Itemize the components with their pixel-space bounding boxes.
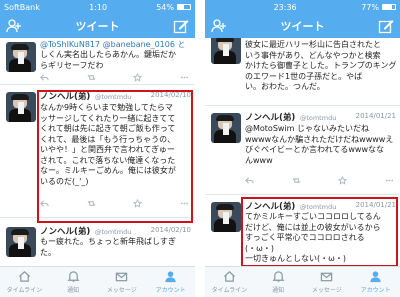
person-icon [370,271,381,283]
reply-icon[interactable] [245,176,254,185]
nav-title: ツイート [75,20,120,33]
timeline: @ToShIKuN817 @banebane_0106 と しくん実名出したらあ… [0,38,195,267]
display-name[interactable]: ノンヘル(弟) [245,113,295,123]
tweet-header: ノンヘル(弟) @tomtmdu 2014/01/21 [245,200,396,212]
battery-icon [176,4,191,10]
tweet-header: ノンヘル(弟) @tomtmdu 2014/02/10 [40,225,191,237]
back-people-icon[interactable] [6,19,22,33]
reply-icon[interactable] [40,199,49,208]
tweet-item[interactable]: 彼女に最近ハリー杉山に告白されたと いう事件があり、どんなやつかと検索 かけたら… [205,38,400,106]
tweet-item[interactable]: @ToShIKuN817 @banebane_0106 と しくん実名出したらあ… [0,38,195,85]
compose-icon[interactable] [378,18,394,34]
tab-account[interactable]: アカウント [352,267,400,294]
more-icon[interactable] [385,176,394,185]
tweet-actions [40,72,189,82]
tab-bar: タイムライン 通知 メッセージ アカウント [205,266,400,297]
more-icon[interactable] [180,73,189,82]
tweet-actions [40,198,189,208]
tweet-date: 2014/02/10 [150,226,191,234]
tweet-item[interactable]: ノンヘル(弟) @tomtmdu 2014/02/10 なんか9時くらいまで勉強… [0,86,195,218]
tweet-text: もー疲れた。ちょっと新年飛ばしすぎ た。 [40,237,176,257]
tab-notifications[interactable]: 通知 [49,267,97,294]
divider [195,0,205,297]
tab-timeline[interactable]: タイムライン [205,267,253,294]
envelope-icon [116,272,128,282]
tab-account[interactable]: アカウント [147,267,195,294]
retweet-icon[interactable] [87,73,96,82]
status-bar: SoftBank 1:10 54% [0,0,195,14]
right-phone-screen: 23:36 77% ツイート 彼女に最近ハリー杉山に告白されたと いう事件があり… [205,0,400,297]
clock-label: 23:36 [273,2,297,12]
user-handle[interactable]: @tomtmdu [95,228,131,236]
left-phone-screen: SoftBank 1:10 54% ツイート @ToShIKuN817 @ban… [0,0,195,297]
carrier-label: SoftBank [4,2,40,12]
tweet-item[interactable]: ノンヘル(弟) @tomtmdu 2014/01/21 てかミルキーすごいココロ… [205,196,400,267]
home-icon [223,271,235,282]
display-name[interactable]: ノンヘル(弟) [245,202,295,212]
display-name[interactable]: ノンヘル(弟) [40,92,90,102]
tab-notifications[interactable]: 通知 [254,267,302,294]
user-handle[interactable]: @tomtmdu [300,203,336,211]
back-people-icon[interactable] [211,19,227,33]
nav-bar: ツイート [205,14,400,38]
nav-title: ツイート [280,20,325,33]
tweet-date: 2014/01/21 [355,201,396,209]
tweet-header: ノンヘル(弟) @tomtmdu 2014/01/21 [245,111,396,123]
avatar[interactable] [6,42,36,72]
favorite-icon[interactable] [133,72,143,82]
user-handle[interactable]: @tomtmdu [300,114,336,122]
avatar[interactable] [211,113,241,143]
tweet-header: ノンヘル(弟) @tomtmdu 2014/02/10 [40,90,191,102]
person-icon [165,271,176,283]
reply-handles[interactable]: @ToShIKuN817 @banebane_0106 と [40,40,191,51]
favorite-icon[interactable] [338,175,348,185]
tweet-item[interactable]: ノンヘル(弟) @tomtmdu 2014/02/10 もー疲れた。ちょっと新年… [0,219,195,267]
tweet-date: 2014/01/21 [355,112,396,120]
tab-messages[interactable]: メッセージ [98,267,146,294]
bell-icon [67,271,80,282]
retweet-icon[interactable] [87,199,96,208]
envelope-icon [321,272,333,282]
tweet-actions [245,175,394,185]
battery-percent: 77% [361,2,379,12]
tweet-date: 2014/02/10 [150,91,191,99]
tab-messages[interactable]: メッセージ [303,267,351,294]
nav-bar: ツイート [0,14,195,38]
clock-label: 1:10 [89,2,108,12]
battery-icon [382,4,396,10]
display-name[interactable]: ノンヘル(弟) [40,227,90,237]
tab-timeline[interactable]: タイムライン [0,267,48,294]
tweet-item[interactable]: ノンヘル(弟) @tomtmdu 2014/01/21 @MotoSwim じゃ… [205,107,400,195]
avatar[interactable] [6,92,36,122]
avatar[interactable] [211,202,241,232]
more-icon[interactable] [180,199,189,208]
retweet-icon[interactable] [292,176,301,185]
status-bar: 23:36 77% [205,0,400,14]
reply-icon[interactable] [40,73,49,82]
tweet-text: @MotoSwim じゃないみたいだね wwwwなんか騙されただけだねwwwwえ… [245,124,394,165]
favorite-icon[interactable] [133,198,143,208]
avatar[interactable] [211,38,241,64]
tweet-text: なんか9時くらいまで勉強してたらマ ッサージしてくれたり一緒に起きてて くれて朝… [40,103,176,186]
compose-icon[interactable] [173,18,189,34]
bell-icon [272,271,285,282]
user-handle[interactable]: @tomtmdu [95,93,131,101]
tab-bar: タイムライン 通知 メッセージ アカウント [0,266,195,297]
tweet-text: しくん実名出したらあかん。鍵垢だか らギリセーフだわ [40,50,176,70]
tweet-text: てかミルキーすごいココロロしてるん だけど、俺には並上の彼女がいるから すっごく… [245,212,381,263]
avatar[interactable] [6,227,36,257]
timeline: 彼女に最近ハリー杉山に告白されたと いう事件があり、どんなやつかと検索 かけたら… [205,38,400,267]
tweet-text: 彼女に最近ハリー杉山に告白されたと いう事件があり、どんなやつかと検索 かけたら… [245,40,396,91]
battery-percent: 54% [156,2,174,12]
home-icon [18,271,30,282]
